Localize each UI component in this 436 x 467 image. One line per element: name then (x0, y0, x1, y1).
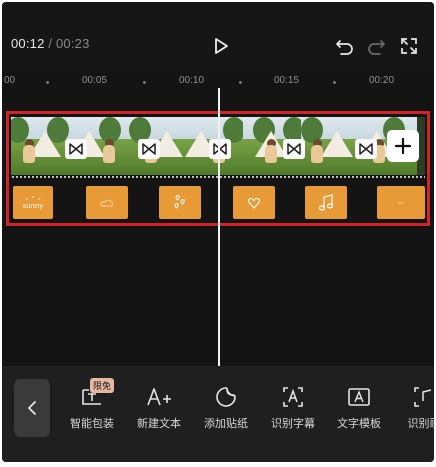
sticker-clip-heart[interactable] (233, 186, 275, 219)
fullscreen-icon (401, 38, 417, 54)
tool-label: 新建文本 (137, 418, 181, 430)
cloud-sticker (100, 199, 114, 206)
tool-label: 识别字幕 (271, 418, 315, 430)
transition-button[interactable] (138, 139, 160, 159)
playhead[interactable] (218, 88, 220, 366)
tool-new-text[interactable]: 新建文本 (127, 386, 191, 431)
ruler-label: 00:10 (179, 75, 205, 86)
add-text-icon (147, 388, 171, 406)
sticker-clip-hearts[interactable] (159, 186, 201, 219)
sticker-clip-music[interactable] (305, 186, 347, 219)
sticker-clip-cloud[interactable] (86, 186, 128, 219)
tool-label: 智能包装 (70, 418, 114, 430)
tool-add-sticker[interactable]: 添加贴纸 (194, 386, 258, 431)
ruler-label: 00 (4, 75, 16, 86)
time-separator: / (48, 36, 53, 51)
sticker-clip-sparkle[interactable] (377, 186, 425, 219)
play-icon (215, 38, 228, 54)
sparkle-sticker (398, 202, 404, 203)
hearts-sticker (174, 194, 185, 209)
redo-icon (368, 40, 385, 55)
video-thumbnail[interactable] (301, 117, 359, 175)
tool-label: 文字模板 (337, 418, 381, 430)
back-button[interactable] (14, 379, 50, 437)
transition-button[interactable] (65, 139, 87, 159)
heart-sticker (248, 197, 260, 209)
sticker-text: sunny (22, 202, 43, 210)
recognize-subtitles-icon (283, 387, 303, 407)
transition-button[interactable] (283, 139, 305, 159)
video-thumbnail[interactable] (11, 117, 69, 175)
current-time: 00:12 (11, 36, 45, 51)
tool-text-template[interactable]: 文字模板 (327, 386, 391, 431)
ruler-tick (143, 81, 146, 84)
sticker-clip-sunny[interactable]: sunny (13, 186, 53, 219)
total-time: 00:23 (55, 36, 90, 51)
tool-recognize-subtitles[interactable]: 识别字幕 (261, 386, 325, 431)
ruler-label: 00:05 (82, 75, 108, 86)
limited-free-badge: 限免 (90, 378, 115, 393)
bowtie-transition-icon (142, 143, 156, 155)
redo-button[interactable] (364, 34, 388, 58)
play-button[interactable] (209, 34, 233, 58)
undo-button[interactable] (333, 34, 357, 58)
chevron-left-icon (28, 401, 36, 415)
bowtie-transition-icon (213, 143, 227, 155)
bowtie-transition-icon (287, 143, 301, 155)
recognize-lyrics-icon (414, 387, 432, 407)
ruler-tick (46, 81, 49, 84)
ruler-label: 00:20 (369, 75, 395, 86)
undo-icon (336, 40, 353, 55)
add-clip-button[interactable] (387, 130, 419, 162)
bowtie-transition-icon (69, 143, 83, 155)
tool-label: 添加贴纸 (204, 418, 248, 430)
ruler-label: 00:15 (274, 75, 300, 86)
tool-label: 识别歌 (407, 418, 435, 430)
bowtie-transition-icon (359, 143, 373, 155)
ruler-tick (333, 81, 336, 84)
bottom-toolbar: 限免 智能包装 新建文本 添加贴纸 识别字幕 文字模板 识别 (2, 366, 434, 462)
plus-icon (395, 138, 411, 154)
tool-smart-package[interactable]: 限免 智能包装 (60, 378, 124, 431)
text-template-icon (348, 388, 370, 406)
tool-recognize-lyrics[interactable]: 识别歌 (392, 386, 434, 431)
transition-button[interactable] (355, 139, 377, 159)
transition-button[interactable] (209, 139, 231, 159)
video-editor: 00:12 / 00:23 00 00:05 00:10 00:15 00:20… (2, 2, 434, 462)
sunny-sticker: sunny (22, 195, 44, 210)
top-bar: 00:12 / 00:23 (2, 2, 434, 70)
ruler-tick (239, 81, 242, 84)
music-note-sticker (318, 193, 334, 211)
sticker-icon (216, 387, 236, 407)
fullscreen-button[interactable] (397, 34, 421, 58)
timecode: 00:12 / 00:23 (11, 36, 90, 51)
